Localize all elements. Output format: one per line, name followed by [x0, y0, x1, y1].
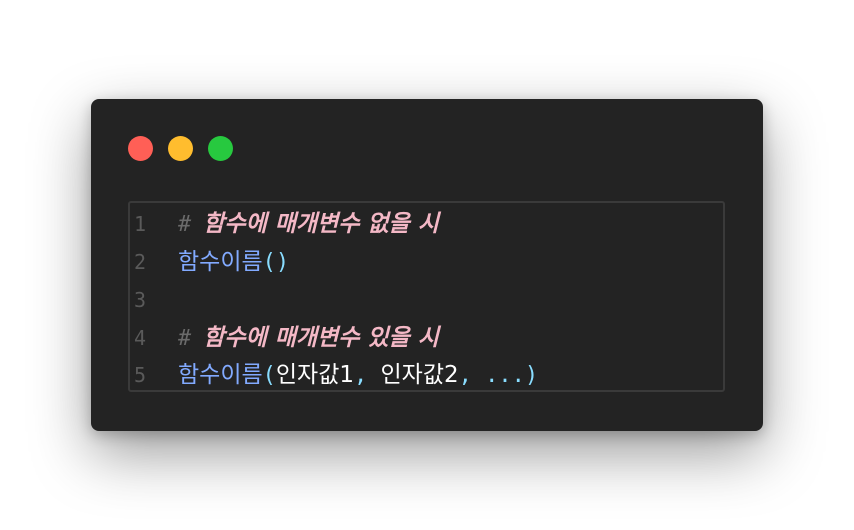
function-name: 함수이름 — [178, 362, 263, 388]
line-number: 2 — [134, 250, 147, 274]
comment-text: 함수에 매개변수 있을 시 — [203, 325, 439, 351]
comment-hash: # — [178, 212, 192, 237]
ellipsis: ... — [485, 363, 525, 388]
code-content: 함수이름(인자값1, 인자값2, ...) — [178, 356, 538, 395]
comma: , — [354, 363, 368, 388]
line-number: 4 — [134, 326, 147, 350]
comma: , — [458, 363, 472, 388]
code-content: 함수이름() — [178, 243, 289, 282]
function-name: 함수이름 — [178, 249, 263, 275]
open-paren: ( — [262, 363, 276, 388]
comment-hash: # — [178, 326, 192, 351]
minimize-window-button[interactable] — [168, 136, 193, 161]
line-number: 1 — [134, 212, 147, 236]
parentheses: () — [262, 250, 290, 275]
argument-1: 인자값1 — [275, 362, 355, 388]
code-content: # 함수에 매개변수 있을 시 — [178, 319, 439, 358]
code-window: 1 # 함수에 매개변수 없을 시 2 함수이름() 3 4 # 함수에 매개변수 … — [91, 99, 763, 431]
line-number: 3 — [134, 288, 147, 312]
maximize-window-button[interactable] — [208, 136, 233, 161]
comment-text: 함수에 매개변수 없을 시 — [203, 211, 439, 237]
argument-2: 인자값2 — [380, 362, 459, 388]
line-number: 5 — [134, 363, 147, 387]
code-editor: 1 # 함수에 매개변수 없을 시 2 함수이름() 3 4 # 함수에 매개변수 … — [128, 201, 725, 392]
code-content: # 함수에 매개변수 없을 시 — [178, 205, 439, 244]
close-paren: ) — [524, 363, 539, 388]
close-window-button[interactable] — [128, 136, 153, 161]
